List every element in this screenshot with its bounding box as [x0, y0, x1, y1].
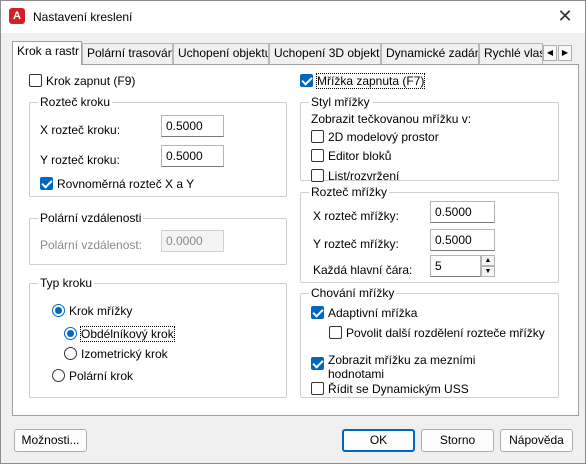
grid-behavior-group: Chování mřížky Adaptivní mřížka Povolit … [300, 286, 559, 398]
grid-spacing-group: Rozteč mřížky X rozteč mřížky: 0.5000 Y … [300, 185, 559, 283]
tab-dynamic-input[interactable]: Dynamické zadání [381, 43, 479, 64]
equal-xy-spacing-label: Rovnoměrná rozteč X a Y [57, 177, 195, 191]
grid-on-checkbox[interactable] [300, 74, 313, 87]
display-beyond-limits-label-line1: Zobrazit mřížku za mezními [328, 353, 476, 367]
grid-sheet-layout-label: List/rozvržení [328, 169, 400, 183]
polar-spacing-group: Polární vzdálenosti Polární vzdálenost: … [29, 211, 287, 265]
polar-distance-input: 0.0000 [161, 230, 224, 252]
tab-polar-tracking[interactable]: Polární trasování [82, 43, 173, 64]
grid-block-editor-label: Editor bloků [328, 149, 392, 163]
snap-spacing-title: Rozteč kroku [38, 95, 113, 109]
snap-type-title: Typ kroku [38, 276, 95, 290]
allow-subdivision-label: Povolit další rozdělení rozteče mřížky [346, 326, 545, 340]
grid-x-spacing-input[interactable]: 0.5000 [430, 201, 495, 223]
display-beyond-limits-checkbox[interactable] [311, 357, 324, 370]
allow-subdivision-checkbox[interactable] [329, 326, 342, 339]
follow-dynamic-ucs-label: Řídit se Dynamickým USS [328, 382, 469, 396]
polar-distance-label: Polární vzdálenost: [40, 238, 143, 252]
tab-scroll-right-icon[interactable]: ▶ [558, 45, 572, 61]
tab-quick-properties[interactable]: Rychlé vlastn [479, 43, 543, 64]
polar-snap-radio[interactable] [52, 369, 65, 382]
equal-xy-spacing-checkbox[interactable] [40, 177, 53, 190]
snap-x-spacing-input[interactable]: 0.5000 [161, 115, 224, 137]
drafting-settings-dialog: A Nastavení kreslení ✕ Krok a rastr Polá… [0, 0, 586, 464]
adaptive-grid-label: Adaptivní mřížka [328, 306, 418, 320]
options-button[interactable]: Možnosti... [14, 429, 87, 452]
cancel-button[interactable]: Storno [421, 429, 494, 452]
grid-on-label: Mřížka zapnuta (F7) [315, 73, 426, 89]
snap-grid-panel: Krok zapnut (F9) Rozteč kroku X rozteč k… [12, 64, 579, 416]
adaptive-grid-checkbox[interactable] [311, 306, 324, 319]
tab-object-snap[interactable]: Uchopení objektu [173, 43, 269, 64]
grid-sheet-layout-checkbox[interactable] [311, 169, 324, 182]
ok-button[interactable]: OK [342, 429, 415, 452]
isometric-snap-radio[interactable] [64, 347, 77, 360]
grid-behavior-title: Chování mřížky [309, 286, 397, 300]
title-bar: A Nastavení kreslení ✕ [1, 1, 585, 33]
rectangular-snap-label: Obdélníkový krok [80, 326, 175, 342]
grid-snap-label: Krok mřížky [69, 304, 133, 318]
isometric-snap-label: Izometrický krok [81, 347, 168, 361]
snap-type-group: Typ kroku Krok mřížky Obdélníkový krok I… [29, 276, 287, 398]
polar-snap-label: Polární krok [69, 369, 134, 383]
grid-style-group: Styl mřížky Zobrazit tečkovanou mřížku v… [300, 95, 559, 183]
major-line-label: Každá hlavní čára: [313, 263, 413, 277]
grid-2d-model-checkbox[interactable] [311, 130, 324, 143]
snap-on-label: Krok zapnut (F9) [46, 74, 136, 88]
rectangular-snap-radio[interactable] [64, 327, 77, 340]
snap-on-checkbox[interactable] [29, 74, 42, 87]
grid-block-editor-checkbox[interactable] [311, 149, 324, 162]
polar-spacing-title: Polární vzdálenosti [38, 211, 144, 225]
snap-spacing-group: Rozteč kroku X rozteč kroku: 0.5000 Y ro… [29, 95, 287, 197]
grid-x-label: X rozteč mřížky: [313, 209, 400, 223]
grid-snap-radio[interactable] [52, 304, 65, 317]
major-line-stepper[interactable]: ▲ ▼ [481, 255, 495, 277]
app-logo-icon: A [9, 8, 25, 24]
stepper-down-icon[interactable]: ▼ [481, 266, 495, 277]
window-title: Nastavení kreslení [33, 10, 133, 24]
grid-style-prompt: Zobrazit tečkovanou mřížku v: [311, 112, 472, 126]
grid-y-label: Y rozteč mřížky: [313, 237, 399, 251]
stepper-up-icon[interactable]: ▲ [481, 255, 495, 266]
tab-snap-grid[interactable]: Krok a rastr [12, 41, 82, 65]
snap-y-label: Y rozteč kroku: [40, 153, 120, 167]
follow-dynamic-ucs-checkbox[interactable] [311, 382, 324, 395]
major-line-every-input[interactable]: 5 [430, 255, 481, 277]
grid-spacing-title: Rozteč mřížky [309, 185, 390, 199]
display-beyond-limits-label-line2: hodnotami [328, 367, 385, 381]
tab-3d-object-snap[interactable]: Uchopení 3D objektů [269, 43, 381, 64]
help-button[interactable]: Nápověda [500, 429, 573, 452]
close-icon[interactable]: ✕ [553, 5, 577, 29]
grid-style-title: Styl mřížky [309, 95, 372, 109]
snap-y-spacing-input[interactable]: 0.5000 [161, 145, 224, 167]
snap-x-label: X rozteč kroku: [40, 123, 121, 137]
grid-2d-model-label: 2D modelový prostor [328, 130, 439, 144]
grid-y-spacing-input[interactable]: 0.5000 [430, 229, 495, 251]
tab-strip: Krok a rastr Polární trasování Uchopení … [12, 41, 582, 65]
tab-scroll-left-icon[interactable]: ◀ [543, 45, 557, 61]
